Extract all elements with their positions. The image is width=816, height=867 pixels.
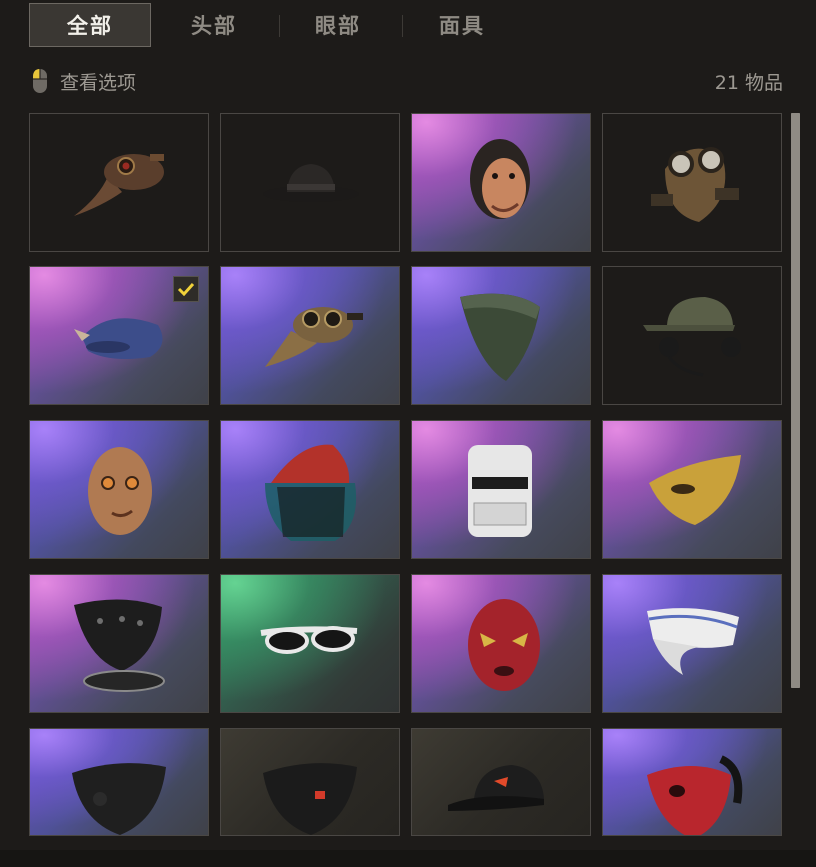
spiked-mask-icon xyxy=(74,599,165,692)
item-tile-black-face-mask[interactable] xyxy=(29,728,209,836)
view-options[interactable]: 查看选项 xyxy=(32,64,136,98)
item-tile-sailor-hat[interactable] xyxy=(602,574,782,713)
sunglasses-icon xyxy=(260,626,358,654)
item-tile-spiked-mask[interactable] xyxy=(29,574,209,713)
scrollbar-track[interactable] xyxy=(791,113,800,688)
item-tile-luchador-mask[interactable] xyxy=(411,574,591,713)
item-tile-quilted-face-mask[interactable] xyxy=(220,728,400,836)
scrollbar-thumb[interactable] xyxy=(791,113,800,688)
tab-all[interactable]: 全部 xyxy=(29,3,151,47)
item-tile-skull-mask[interactable] xyxy=(602,728,782,836)
item-tile-dreadlock-hat[interactable] xyxy=(220,420,400,559)
sailor-hat-icon xyxy=(647,608,739,675)
skull-mask-icon xyxy=(647,755,743,835)
gas-mask-icon xyxy=(651,147,739,222)
item-tile-face-scarf[interactable] xyxy=(411,266,591,405)
item-count: 21 物品 xyxy=(714,72,783,94)
face-scarf-icon xyxy=(460,293,540,381)
face-mask-icon xyxy=(72,763,166,835)
masquerade-mask-icon xyxy=(649,455,741,525)
baseball-cap-icon xyxy=(448,765,544,811)
item-tile-masquerade-mask[interactable] xyxy=(602,420,782,559)
tab-eyes[interactable]: 眼部 xyxy=(277,3,399,47)
face-mask-icon xyxy=(263,763,357,835)
item-tile-steampunk-gas-mask[interactable] xyxy=(602,113,782,252)
item-tile-chimpanzee-mask[interactable] xyxy=(411,113,591,252)
item-tile-robot-helmet[interactable] xyxy=(411,420,591,559)
item-tile-plague-mask-brown[interactable] xyxy=(29,113,209,252)
dreadlock-hat-icon xyxy=(265,444,357,541)
plague-mask-icon xyxy=(265,307,363,367)
item-tile-plague-mask-gold[interactable] xyxy=(220,266,400,405)
robot-helmet-icon xyxy=(468,445,532,537)
luchador-mask-icon xyxy=(468,599,540,691)
tab-masks[interactable]: 面具 xyxy=(401,3,523,47)
monkey-mask-icon xyxy=(470,139,530,219)
category-tabs: 全部 头部 眼部 面具 xyxy=(0,0,816,52)
bottom-edge xyxy=(0,850,816,867)
item-tile-wooden-doll-mask[interactable] xyxy=(29,420,209,559)
item-tile-baseball-cap[interactable] xyxy=(411,728,591,836)
tab-head[interactable]: 头部 xyxy=(153,3,275,47)
headset-cap-icon xyxy=(643,297,741,377)
fedora-hat-icon xyxy=(263,164,359,202)
mouse-icon xyxy=(33,69,47,93)
item-tile-pilot-cap-headset[interactable] xyxy=(602,266,782,405)
item-tile-fedora[interactable] xyxy=(220,113,400,252)
item-tile-blue-beret[interactable] xyxy=(29,266,209,405)
plague-mask-icon xyxy=(74,154,164,216)
selected-check-icon xyxy=(173,276,199,302)
doll-mask-icon xyxy=(88,447,152,535)
view-options-label: 查看选项 xyxy=(60,71,137,94)
item-tile-white-sunglasses[interactable] xyxy=(220,574,400,713)
